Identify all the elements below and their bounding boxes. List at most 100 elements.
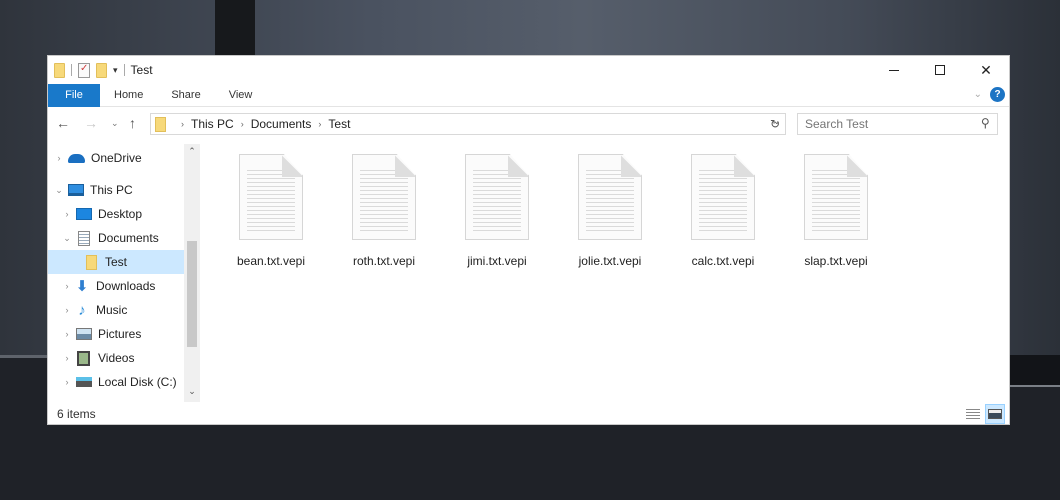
window-title: Test <box>130 63 153 77</box>
breadcrumb-documents[interactable]: Documents <box>251 117 312 131</box>
sidebar-item-label: OneDrive <box>91 151 142 165</box>
close-button[interactable]: ✕ <box>963 56 1009 84</box>
search-icon[interactable]: ⚲ <box>981 116 990 130</box>
title-bar: ▾ Test ✕ <box>48 56 1009 84</box>
expand-ribbon-chevron-icon[interactable]: ⌄ <box>974 89 982 100</box>
help-icon[interactable]: ? <box>990 87 1005 102</box>
new-folder-icon[interactable] <box>96 62 107 78</box>
file-name: slap.txt.vepi <box>804 254 868 268</box>
navigation-pane: › OneDrive ⌄ This PC › Desktop ⌄ Documen… <box>48 144 184 402</box>
breadcrumb-chevron-icon[interactable]: › <box>181 119 184 129</box>
sidebar-item-music[interactable]: › ♪ Music <box>48 298 184 322</box>
customize-toolbar-dropdown-icon[interactable]: ▾ <box>113 65 118 76</box>
file-name: jolie.txt.vepi <box>578 254 642 268</box>
sidebar-item-onedrive[interactable]: › OneDrive <box>48 146 184 170</box>
local-disk-icon <box>76 377 92 387</box>
minimize-icon <box>889 69 899 71</box>
folder-icon <box>86 254 97 270</box>
file-name: roth.txt.vepi <box>352 254 416 268</box>
folder-icon[interactable] <box>54 62 65 78</box>
file-item[interactable]: bean.txt.vepi <box>216 154 326 268</box>
folder-icon <box>155 116 166 132</box>
sidebar-item-videos[interactable]: › Videos <box>48 346 184 370</box>
documents-icon <box>78 230 90 246</box>
text-file-icon <box>578 154 642 240</box>
minimize-button[interactable] <box>871 56 917 84</box>
sidebar-item-label: Documents <box>98 231 159 245</box>
sidebar-item-documents[interactable]: ⌄ Documents <box>48 226 184 250</box>
tab-share[interactable]: Share <box>157 84 214 107</box>
back-arrow-icon[interactable]: ← <box>56 115 70 131</box>
file-item[interactable]: calc.txt.vepi <box>668 154 778 268</box>
scrollbar-thumb[interactable] <box>187 241 197 347</box>
scroll-up-chevron-icon[interactable]: ⌃ <box>184 146 200 160</box>
sidebar-item-local-disk[interactable]: › Local Disk (C:) <box>48 370 184 394</box>
details-view-icon <box>966 409 980 419</box>
quick-access-toolbar: ▾ <box>48 62 125 78</box>
address-bar[interactable]: › This PC › Documents › Test ⌄ <box>150 113 786 135</box>
text-file-icon <box>804 154 868 240</box>
breadcrumb-chevron-icon[interactable]: › <box>241 119 244 129</box>
file-name: bean.txt.vepi <box>236 254 306 268</box>
file-item[interactable]: jimi.txt.vepi <box>442 154 552 268</box>
file-item[interactable]: slap.txt.vepi <box>781 154 891 268</box>
properties-icon[interactable] <box>78 62 90 78</box>
expand-chevron-icon[interactable]: › <box>62 353 72 363</box>
breadcrumb-test[interactable]: Test <box>328 117 350 131</box>
music-icon: ♪ <box>78 301 86 319</box>
maximize-icon <box>935 65 945 75</box>
file-item[interactable]: roth.txt.vepi <box>329 154 439 268</box>
tab-home[interactable]: Home <box>100 84 157 107</box>
sidebar-item-label: Videos <box>98 351 135 365</box>
navigation-pane-scrollbar[interactable]: ⌃ ⌄ <box>184 144 200 402</box>
sidebar-item-label: Local Disk (C:) <box>98 375 177 389</box>
expand-chevron-icon[interactable]: › <box>62 209 72 219</box>
tab-view[interactable]: View <box>215 84 267 107</box>
maximize-button[interactable] <box>917 56 963 84</box>
sidebar-item-label: Desktop <box>98 207 143 221</box>
collapse-chevron-icon[interactable]: ⌄ <box>54 185 64 196</box>
search-box[interactable]: ⚲ <box>797 113 998 135</box>
ribbon-tabs: File Home Share View ⌄ ? <box>48 83 1009 107</box>
large-icons-view-button[interactable] <box>985 404 1005 424</box>
search-input[interactable] <box>805 117 965 131</box>
breadcrumb-this-pc[interactable]: This PC <box>191 117 234 131</box>
expand-chevron-icon[interactable]: › <box>62 281 72 291</box>
expand-chevron-icon[interactable]: › <box>54 153 64 163</box>
sidebar-item-desktop[interactable]: › Desktop <box>48 202 184 226</box>
scroll-down-chevron-icon[interactable]: ⌄ <box>184 386 200 400</box>
sidebar-item-label: Test <box>105 255 128 269</box>
collapse-chevron-icon[interactable]: ⌄ <box>62 233 72 244</box>
recent-locations-chevron-icon[interactable]: ⌄ <box>111 118 119 129</box>
breadcrumb-chevron-icon[interactable]: › <box>318 119 321 129</box>
background-stripe <box>215 0 255 56</box>
details-view-button[interactable] <box>963 404 983 424</box>
sidebar-item-this-pc[interactable]: ⌄ This PC <box>48 178 184 202</box>
expand-chevron-icon[interactable]: › <box>62 329 72 339</box>
up-arrow-icon[interactable]: ↑ <box>129 115 136 131</box>
videos-icon <box>77 350 90 366</box>
file-explorer-window: ▾ Test ✕ File Home Share View ⌄ ? ← → ⌄ … <box>47 55 1010 425</box>
sidebar-item-label: Pictures <box>98 327 142 341</box>
expand-chevron-icon[interactable]: › <box>62 377 72 387</box>
text-file-icon <box>465 154 529 240</box>
desktop-icon <box>76 208 92 220</box>
separator <box>71 64 72 76</box>
downloads-icon: ⬇ <box>75 278 89 295</box>
sidebar-item-pictures[interactable]: › Pictures <box>48 322 184 346</box>
sidebar-item-label: Downloads <box>96 279 156 293</box>
refresh-button[interactable]: ↻ <box>765 113 786 135</box>
expand-chevron-icon[interactable]: › <box>62 305 72 315</box>
item-count: 6 items <box>57 407 96 421</box>
text-file-icon <box>352 154 416 240</box>
forward-arrow-icon[interactable]: → <box>84 115 98 131</box>
sidebar-item-downloads[interactable]: › ⬇ Downloads <box>48 274 184 298</box>
sidebar-item-label: This PC <box>90 183 133 197</box>
file-item[interactable]: jolie.txt.vepi <box>555 154 665 268</box>
sidebar-item-test[interactable]: Test <box>48 250 184 274</box>
view-mode-buttons <box>963 404 1005 424</box>
background-line <box>0 355 48 358</box>
text-file-icon <box>691 154 755 240</box>
tab-file[interactable]: File <box>48 83 100 107</box>
text-file-icon <box>239 154 303 240</box>
